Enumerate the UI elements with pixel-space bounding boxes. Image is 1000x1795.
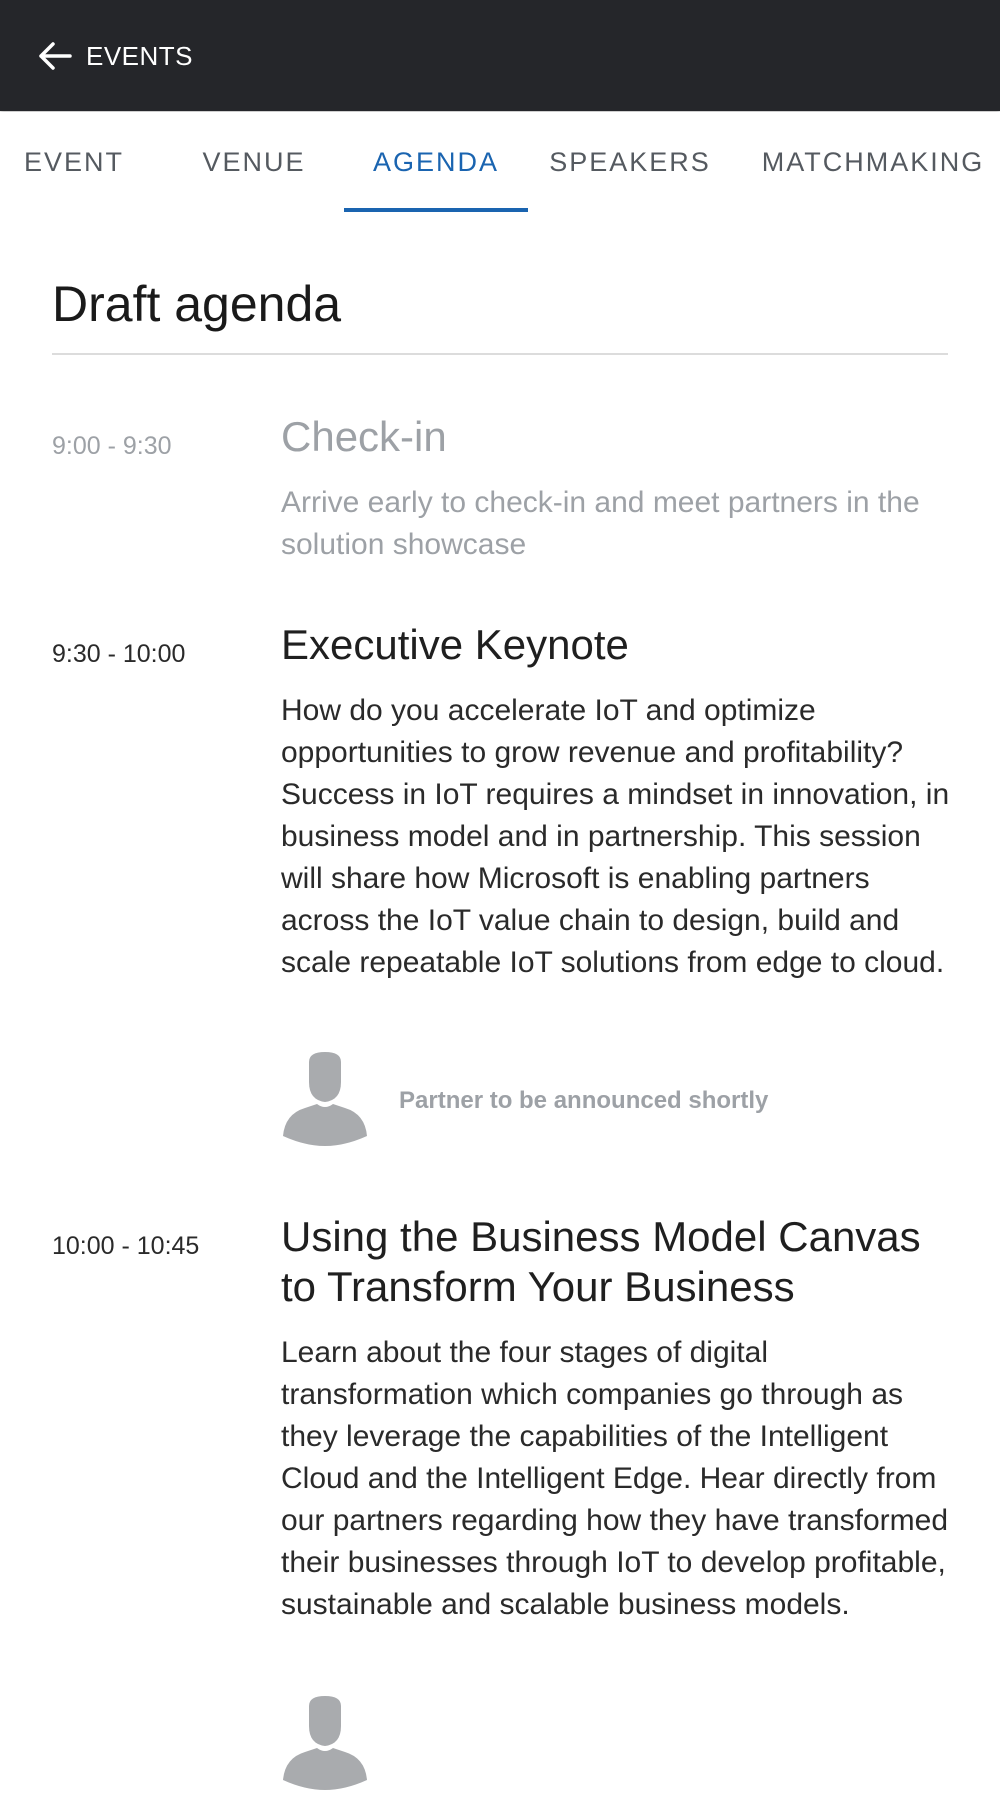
session-time: 9:00 - 9:30 [52,432,172,460]
speaker-name: Partner to be announced shortly [399,1086,769,1114]
back-label: EVENTS [86,40,194,71]
person-placeholder-icon [281,1050,369,1151]
speaker-entry [281,1694,369,1795]
page-title: Draft agenda [52,276,342,332]
arrow-left-icon [38,41,72,71]
session-title: Executive Keynote [281,621,629,668]
session-title: Using the Business Model Canvas to Trans… [281,1213,921,1310]
tab-bar: EVENT VENUE AGENDA SPEAKERS MATCHMAKING [0,112,1000,212]
tab-label: EVENT [23,146,125,177]
session-description: Learn about the four stages of digital t… [281,1336,949,1621]
title-divider [52,353,948,355]
back-to-events-button[interactable]: EVENTS [38,34,193,78]
app-header: EVENTS [0,0,1000,111]
tab-speakers[interactable]: SPEAKERS [540,112,720,212]
session-title: Check-in [281,413,447,460]
tab-matchmaking[interactable]: MATCHMAKING [750,112,996,212]
session-description: How do you accelerate IoT and optimize o… [281,694,950,979]
tab-label: MATCHMAKING [761,146,985,177]
session-time: 10:00 - 10:45 [52,1232,200,1260]
session-description: Arrive early to check-in and meet partne… [281,486,920,561]
active-tab-indicator [344,208,528,212]
tab-label: AGENDA [372,146,500,177]
person-placeholder-icon [281,1694,369,1795]
speaker-entry: Partner to be announced shortly [281,1050,768,1151]
tab-label: VENUE [202,146,306,177]
tab-venue[interactable]: VENUE [180,112,328,212]
tab-label: SPEAKERS [549,146,711,177]
session-time: 9:30 - 10:00 [52,640,186,668]
tab-event[interactable]: EVENT [0,112,148,212]
tab-agenda[interactable]: AGENDA [344,112,528,212]
